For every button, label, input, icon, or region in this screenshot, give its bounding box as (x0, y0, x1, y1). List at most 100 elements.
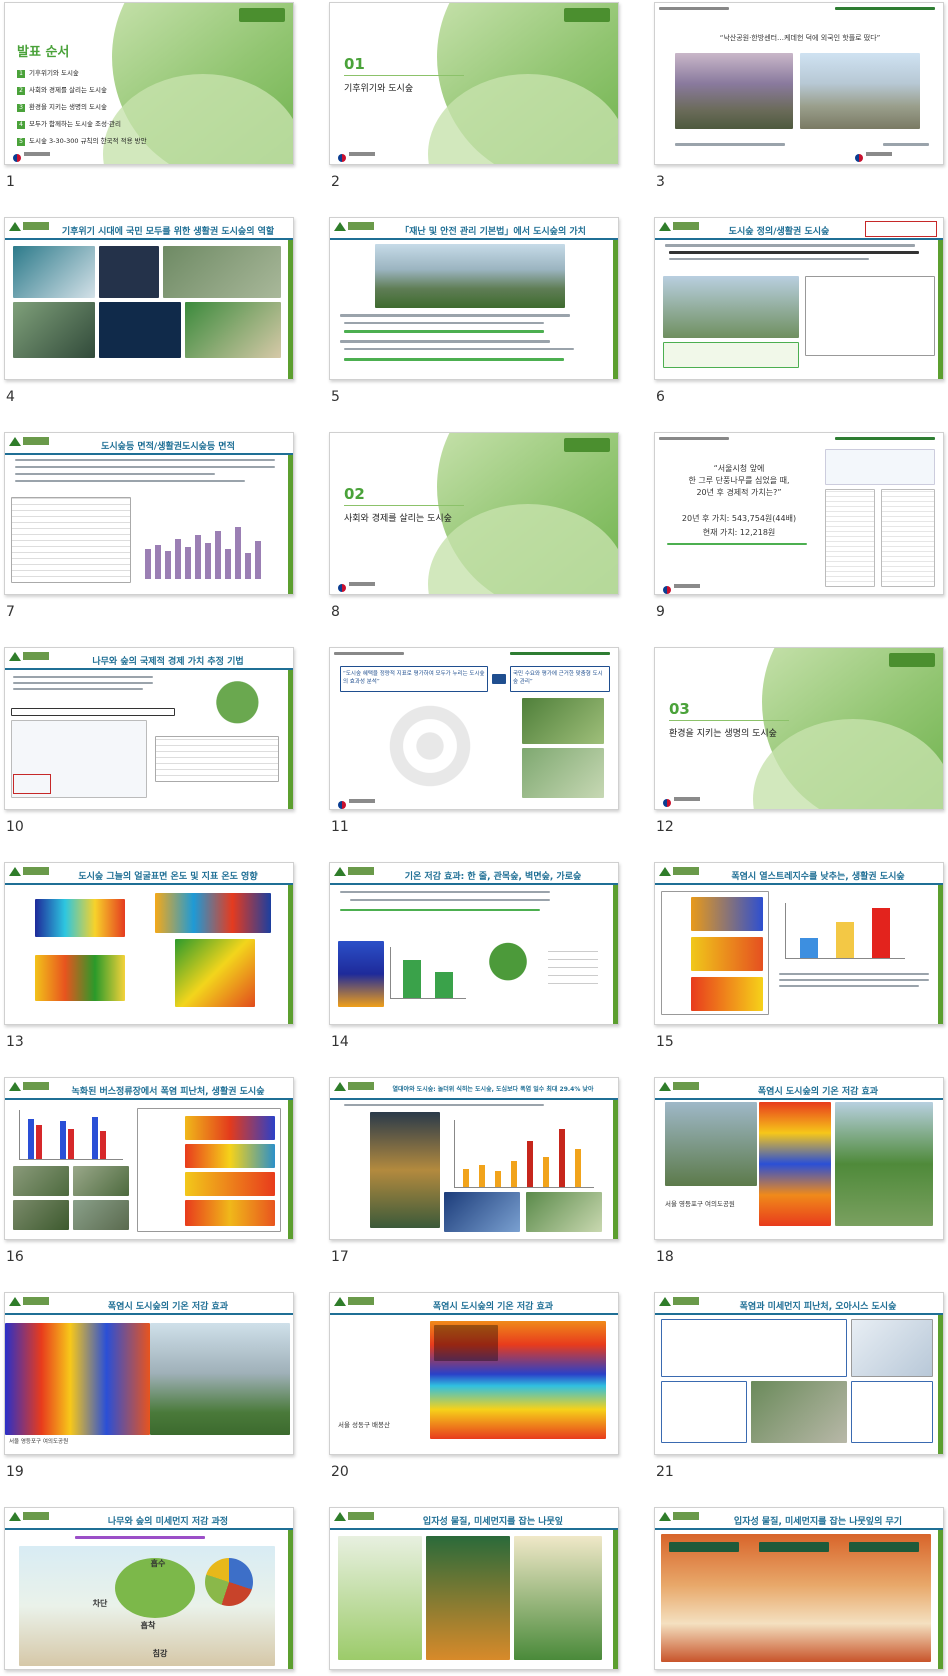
slide-23[interactable]: 입자성 물질, 미세먼지를 잡는 나뭇잎 (329, 1507, 619, 1670)
slide-24[interactable]: 입자성 물질, 미세먼지를 잡는 나뭇잎의 무기 (654, 1507, 944, 1670)
slide-10[interactable]: 나무와 숲의 국제적 경제 가치 추정 기법 (4, 647, 294, 810)
definition-text (669, 258, 869, 260)
bullet-text (13, 688, 143, 690)
slide-title: 나무와 숲의 미세먼지 저감 과정 (107, 1517, 229, 1527)
slide-thumb-15[interactable]: 폭염시 열스트레지수를 낮추는, 생활권 도시숲 15 (654, 862, 944, 1050)
slide-20[interactable]: 폭염시 도시숲의 기온 저감 효과 서울 성동구 배봉산 (329, 1292, 619, 1455)
slide-thumb-8[interactable]: 02 사회와 경제를 살리는 도시숲 8 (329, 432, 619, 620)
slide-17[interactable]: 열대야와 도시숲: 놀더위 식히는 도시숲, 도심보다 폭염 일수 최대 29.… (329, 1077, 619, 1240)
slide-6[interactable]: 도시숲 정의/생활권 도시숲 (654, 217, 944, 380)
slide-3[interactable]: “낙산공원·한방센터…케데헌 덕에 외국인 핫플로 떴다” (654, 2, 944, 165)
infographic-tab-2 (759, 1542, 829, 1552)
slide-22[interactable]: 나무와 숲의 미세먼지 저감 과정 흡수 차단 흡착 침강 (4, 1507, 294, 1670)
slide-2[interactable]: 01 기후위기와 도시숲 (329, 2, 619, 165)
title-rule (5, 238, 293, 240)
bullet-text-green (340, 909, 540, 911)
slide-18[interactable]: 폭염시 도시숲의 기온 저감 효과 서울 영등포구 여의도공원 (654, 1077, 944, 1240)
title-rule (330, 1528, 618, 1530)
slide-11[interactable]: “도시숲 혜택을 정량적 지표로 평가하여 모두가 누리는 도시숲의 효과성 분… (329, 647, 619, 810)
gov-logo (13, 147, 53, 162)
bullet-text (15, 473, 215, 475)
accent-bar (613, 1100, 618, 1239)
slide-thumb-1[interactable]: 발표 순서 1 기후위기와 도시숲 2 사회와 경제를 살리는 도시숲 3 환경을 지… (4, 2, 294, 190)
arrow-icon (492, 674, 506, 684)
slide-title: 「재난 및 안전 관리 기본법」에서 도시숲의 가치 (400, 227, 586, 237)
slide-thumb-7[interactable]: 도시숲등 면적/생활권도시숲등 면적 7 (4, 432, 294, 620)
slide-4[interactable]: 기후위기 시대에 국민 모두를 위한 생활권 도시숲의 역할 (4, 217, 294, 380)
thermal-face-1 (35, 899, 125, 937)
slide-thumb-16[interactable]: 녹화된 버스정류장에서 폭염 피난처, 생활권 도시숲 16 (4, 1077, 294, 1265)
slide-9[interactable]: “서울시청 앞에 한 그루 단풍나무를 심었을 때, 20년 후 경제적 가치는… (654, 432, 944, 595)
night-photo (370, 1112, 440, 1228)
slide-thumb-21[interactable]: 폭염과 미세먼지 피난처, 오아시스 도시숲 21 (654, 1292, 944, 1480)
slide-number: 2 (331, 174, 340, 190)
slide-19[interactable]: 폭염시 도시숲의 기온 저감 효과 서울 영등포구 여의도공원 (4, 1292, 294, 1455)
slide-number: 5 (331, 389, 340, 405)
slide-thumb-10[interactable]: 나무와 숲의 국제적 경제 가치 추정 기법 10 (4, 647, 294, 835)
slide-thumb-17[interactable]: 열대야와 도시숲: 놀더위 식히는 도시숲, 도심보다 폭염 일수 최대 29.… (329, 1077, 619, 1265)
bullet-text (340, 314, 570, 317)
slide-14[interactable]: 기온 저감 효과: 한 줄, 관목숲, 벽면숲, 가로숲 (329, 862, 619, 1025)
location-caption: 서울 성동구 배봉산 (338, 1421, 390, 1429)
itree-label (11, 708, 175, 716)
forest-logo (889, 653, 935, 667)
settle-label: 침강 (152, 1649, 168, 1658)
slide-15[interactable]: 폭염시 열스트레지수를 낮추는, 생활권 도시숲 (654, 862, 944, 1025)
bullet-text-green (344, 358, 564, 361)
slide-thumb-11[interactable]: “도시숲 혜택을 정량적 지표로 평가하여 모두가 누리는 도시숲의 효과성 분… (329, 647, 619, 835)
thermal-image (759, 1102, 831, 1226)
header-rule (510, 652, 610, 655)
benefit-list (548, 947, 598, 991)
slide-thumb-13[interactable]: 도시숲 그늘의 얼굴표면 온도 및 지표 온도 영향 13 (4, 862, 294, 1050)
slide-thumb-5[interactable]: 「재난 및 안전 관리 기본법」에서 도시숲의 가치 5 (329, 217, 619, 405)
slide-thumb-19[interactable]: 폭염시 도시숲의 기온 저감 효과 서울 영등포구 여의도공원 19 (4, 1292, 294, 1480)
bullet-text (340, 340, 550, 343)
slide-thumb-14[interactable]: 기온 저감 효과: 한 줄, 관목숲, 벽면숲, 가로숲 14 (329, 862, 619, 1050)
title-rule (330, 883, 618, 885)
future-value: 20년 후 가치: 543,754원(44배) (681, 514, 797, 523)
slide-thumb-23[interactable]: 입자성 물질, 미세먼지를 잡는 나뭇잎 23 (329, 1507, 619, 1670)
infographic-tab-1 (669, 1542, 739, 1552)
slide-5[interactable]: 「재난 및 안전 관리 기본법」에서 도시숲의 가치 (329, 217, 619, 380)
gov-logo (338, 794, 378, 809)
header-text (334, 652, 404, 655)
tropical-night-chart (454, 1120, 594, 1188)
footnote-text (667, 543, 807, 545)
infographic-tab-3 (849, 1542, 919, 1552)
agenda-item: 3 환경을 지키는 생명의 도시숲 (17, 101, 147, 112)
section-number: 03 (669, 700, 690, 718)
slide-thumb-18[interactable]: 폭염시 도시숲의 기온 저감 효과 서울 영등포구 여의도공원 18 (654, 1077, 944, 1265)
map-panel (851, 1319, 933, 1377)
header-text (659, 7, 729, 10)
park-photo (665, 1102, 757, 1186)
slide-number: 6 (656, 389, 665, 405)
slide-thumb-2[interactable]: 01 기후위기와 도시숲 2 (329, 2, 619, 190)
slide-13[interactable]: 도시숲 그늘의 얼굴표면 온도 및 지표 온도 영향 (4, 862, 294, 1025)
slide-thumb-6[interactable]: 도시숲 정의/생활권 도시숲 6 (654, 217, 944, 405)
bullet-text (15, 466, 275, 468)
tree-illustration (478, 935, 538, 1011)
slide-thumb-12[interactable]: 03 환경을 지키는 생명의 도시숲 12 (654, 647, 944, 835)
slide-title: 기온 저감 효과: 한 줄, 관목숲, 벽면숲, 가로숲 (404, 872, 582, 882)
bullet-text (344, 322, 544, 324)
slide-1[interactable]: 발표 순서 1 기후위기와 도시숲 2 사회와 경제를 살리는 도시숲 3 환경을 지… (4, 2, 294, 165)
slide-number: 1 (6, 174, 15, 190)
slide-thumb-24[interactable]: 입자성 물질, 미세먼지를 잡는 나뭇잎의 무기 24 (654, 1507, 944, 1670)
slide-8[interactable]: 02 사회와 경제를 살리는 도시숲 (329, 432, 619, 595)
slide-thumb-4[interactable]: 기후위기 시대에 국민 모두를 위한 생활권 도시숲의 역할 4 (4, 217, 294, 405)
section-title: 환경을 지키는 생명의 도시숲 (669, 729, 777, 739)
forest-logo (334, 1512, 376, 1524)
gov-logo (663, 579, 703, 594)
slide-thumb-22[interactable]: 나무와 숲의 미세먼지 저감 과정 흡수 차단 흡착 침강 22 (4, 1507, 294, 1670)
slide-16[interactable]: 녹화된 버스정류장에서 폭염 피난처, 생활권 도시숲 (4, 1077, 294, 1240)
slide-thumb-9[interactable]: “서울시청 앞에 한 그루 단풍나무를 심었을 때, 20년 후 경제적 가치는… (654, 432, 944, 620)
slide-thumb-3[interactable]: “낙산공원·한방센터…케데헌 덕에 외국인 핫플로 떴다” 3 (654, 2, 944, 190)
slide-7[interactable]: 도시숲등 면적/생활권도시숲등 면적 (4, 432, 294, 595)
slide-thumb-20[interactable]: 폭염시 도시숲의 기온 저감 효과 서울 성동구 배봉산 20 (329, 1292, 619, 1480)
slide-21[interactable]: 폭염과 미세먼지 피난처, 오아시스 도시숲 (654, 1292, 944, 1455)
accent-bar (288, 1530, 293, 1669)
slide-number: 10 (6, 819, 24, 835)
slide-12[interactable]: 03 환경을 지키는 생명의 도시숲 (654, 647, 944, 810)
adsorb-label: 흡착 (140, 1621, 156, 1630)
slide-number: 15 (656, 1034, 674, 1050)
